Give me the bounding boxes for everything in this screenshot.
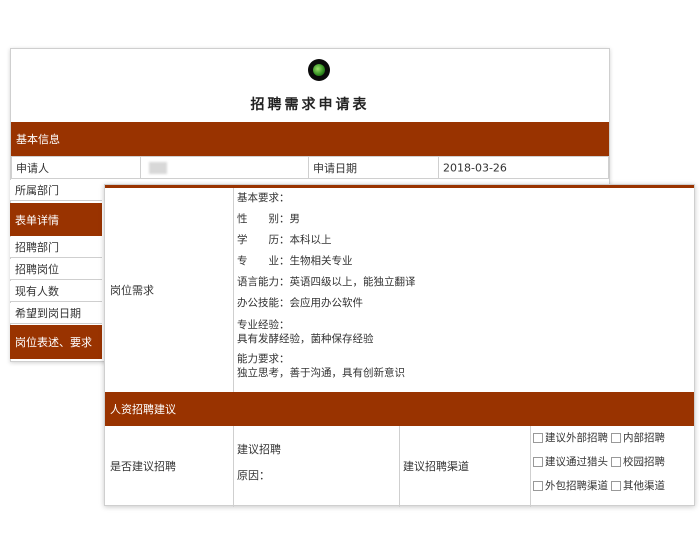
job-desc-header: 岗位表述、要求 [10, 325, 102, 359]
channel-headhunter-checkbox[interactable]: 建议通过猎头 [533, 454, 608, 469]
education-req: 学 历：本科以上 [237, 234, 332, 246]
channel-external-label: 建议外部招聘 [545, 432, 608, 444]
form-detail-header: 表单详情 [10, 203, 102, 236]
dept-row: 所属部门 [10, 180, 102, 201]
side-item-recruit-dept: 招聘部门 [10, 237, 102, 258]
job-desc-label: 岗位表述、要求 [15, 336, 92, 349]
form-detail-label: 表单详情 [15, 213, 59, 227]
arrival-date-label: 希望到岗日期 [15, 307, 81, 320]
ability-value: 独立思考，善于沟通，具有创新意识 [237, 367, 405, 379]
channel-other-checkbox[interactable]: 其他渠道 [611, 478, 665, 493]
channel-outsource-checkbox[interactable]: 外包招聘渠道 [533, 478, 608, 493]
dept-label: 所属部门 [15, 184, 59, 197]
language-req: 语言能力：英语四级以上，能独立翻译 [237, 276, 416, 288]
side-item-recruit-post: 招聘岗位 [10, 259, 102, 280]
recruit-dept-label: 招聘部门 [15, 241, 59, 254]
channel-label: 建议招聘渠道 [403, 460, 469, 473]
apply-date-value-cell: 2018-03-26 [438, 156, 609, 179]
basic-info-label: 基本信息 [16, 133, 60, 146]
form-title: 招聘需求申请表 [250, 97, 370, 113]
gender-req: 性 别：男 [237, 213, 300, 225]
basic-info-header: 基本信息 [11, 122, 609, 156]
apply-date-label-cell: 申请日期 [308, 156, 439, 179]
checkbox-icon[interactable] [533, 456, 543, 467]
channel-external-checkbox[interactable]: 建议外部招聘 [533, 430, 608, 445]
company-logo [308, 59, 330, 81]
experience-value: 具有发酵经验，菌种保存经验 [237, 333, 374, 345]
suggest-recruit-label: 是否建议招聘 [110, 460, 176, 473]
checkbox-icon[interactable] [611, 456, 621, 467]
reason-label: 原因： [237, 469, 270, 482]
checkbox-icon[interactable] [533, 480, 543, 491]
major-req: 专 业：生物相关专业 [237, 255, 353, 267]
suggest-recruit-value: 建议招聘 [237, 443, 281, 456]
applicant-name-redacted [149, 162, 167, 174]
channel-headhunter-label: 建议通过猎头 [545, 456, 608, 468]
apply-date-label: 申请日期 [313, 161, 357, 175]
basic-req-title: 基本要求： [237, 192, 290, 204]
checkbox-icon[interactable] [533, 432, 543, 443]
side-item-headcount: 现有人数 [10, 281, 102, 302]
applicant-label-cell: 申请人 [11, 156, 141, 179]
requirements-panel: 岗位需求 基本要求： 性 别：男 学 历：本科以上 专 业：生物相关专业 语言能… [104, 184, 695, 507]
channel-internal-checkbox[interactable]: 内部招聘 [611, 430, 665, 445]
hr-suggestion-header: 人资招聘建议 [105, 392, 694, 426]
hr-divider-1 [233, 426, 234, 507]
experience-title: 专业经验： [237, 319, 290, 331]
checkbox-icon[interactable] [611, 432, 621, 443]
hr-divider-2 [399, 426, 400, 507]
channel-campus-checkbox[interactable]: 校园招聘 [611, 454, 665, 469]
applicant-value-cell [140, 156, 309, 179]
channel-internal-label: 内部招聘 [623, 432, 665, 444]
office-skill-req: 办公技能：会应用办公软件 [237, 297, 363, 309]
job-requirement-label: 岗位需求 [110, 284, 154, 297]
panel-top-accent [105, 185, 694, 188]
side-item-arrival-date: 希望到岗日期 [10, 303, 102, 324]
headcount-label: 现有人数 [15, 285, 59, 298]
hr-divider-3 [530, 426, 531, 507]
applicant-label: 申请人 [16, 161, 49, 175]
ability-title: 能力要求： [237, 353, 290, 365]
req-divider [233, 188, 234, 392]
channel-other-label: 其他渠道 [623, 480, 665, 492]
channel-campus-label: 校园招聘 [623, 456, 665, 468]
hr-suggestion-title: 人资招聘建议 [110, 403, 176, 416]
apply-date-value: 2018-03-26 [443, 161, 507, 174]
recruit-post-label: 招聘岗位 [15, 263, 59, 276]
checkbox-icon[interactable] [611, 480, 621, 491]
channel-outsource-label: 外包招聘渠道 [545, 480, 608, 492]
